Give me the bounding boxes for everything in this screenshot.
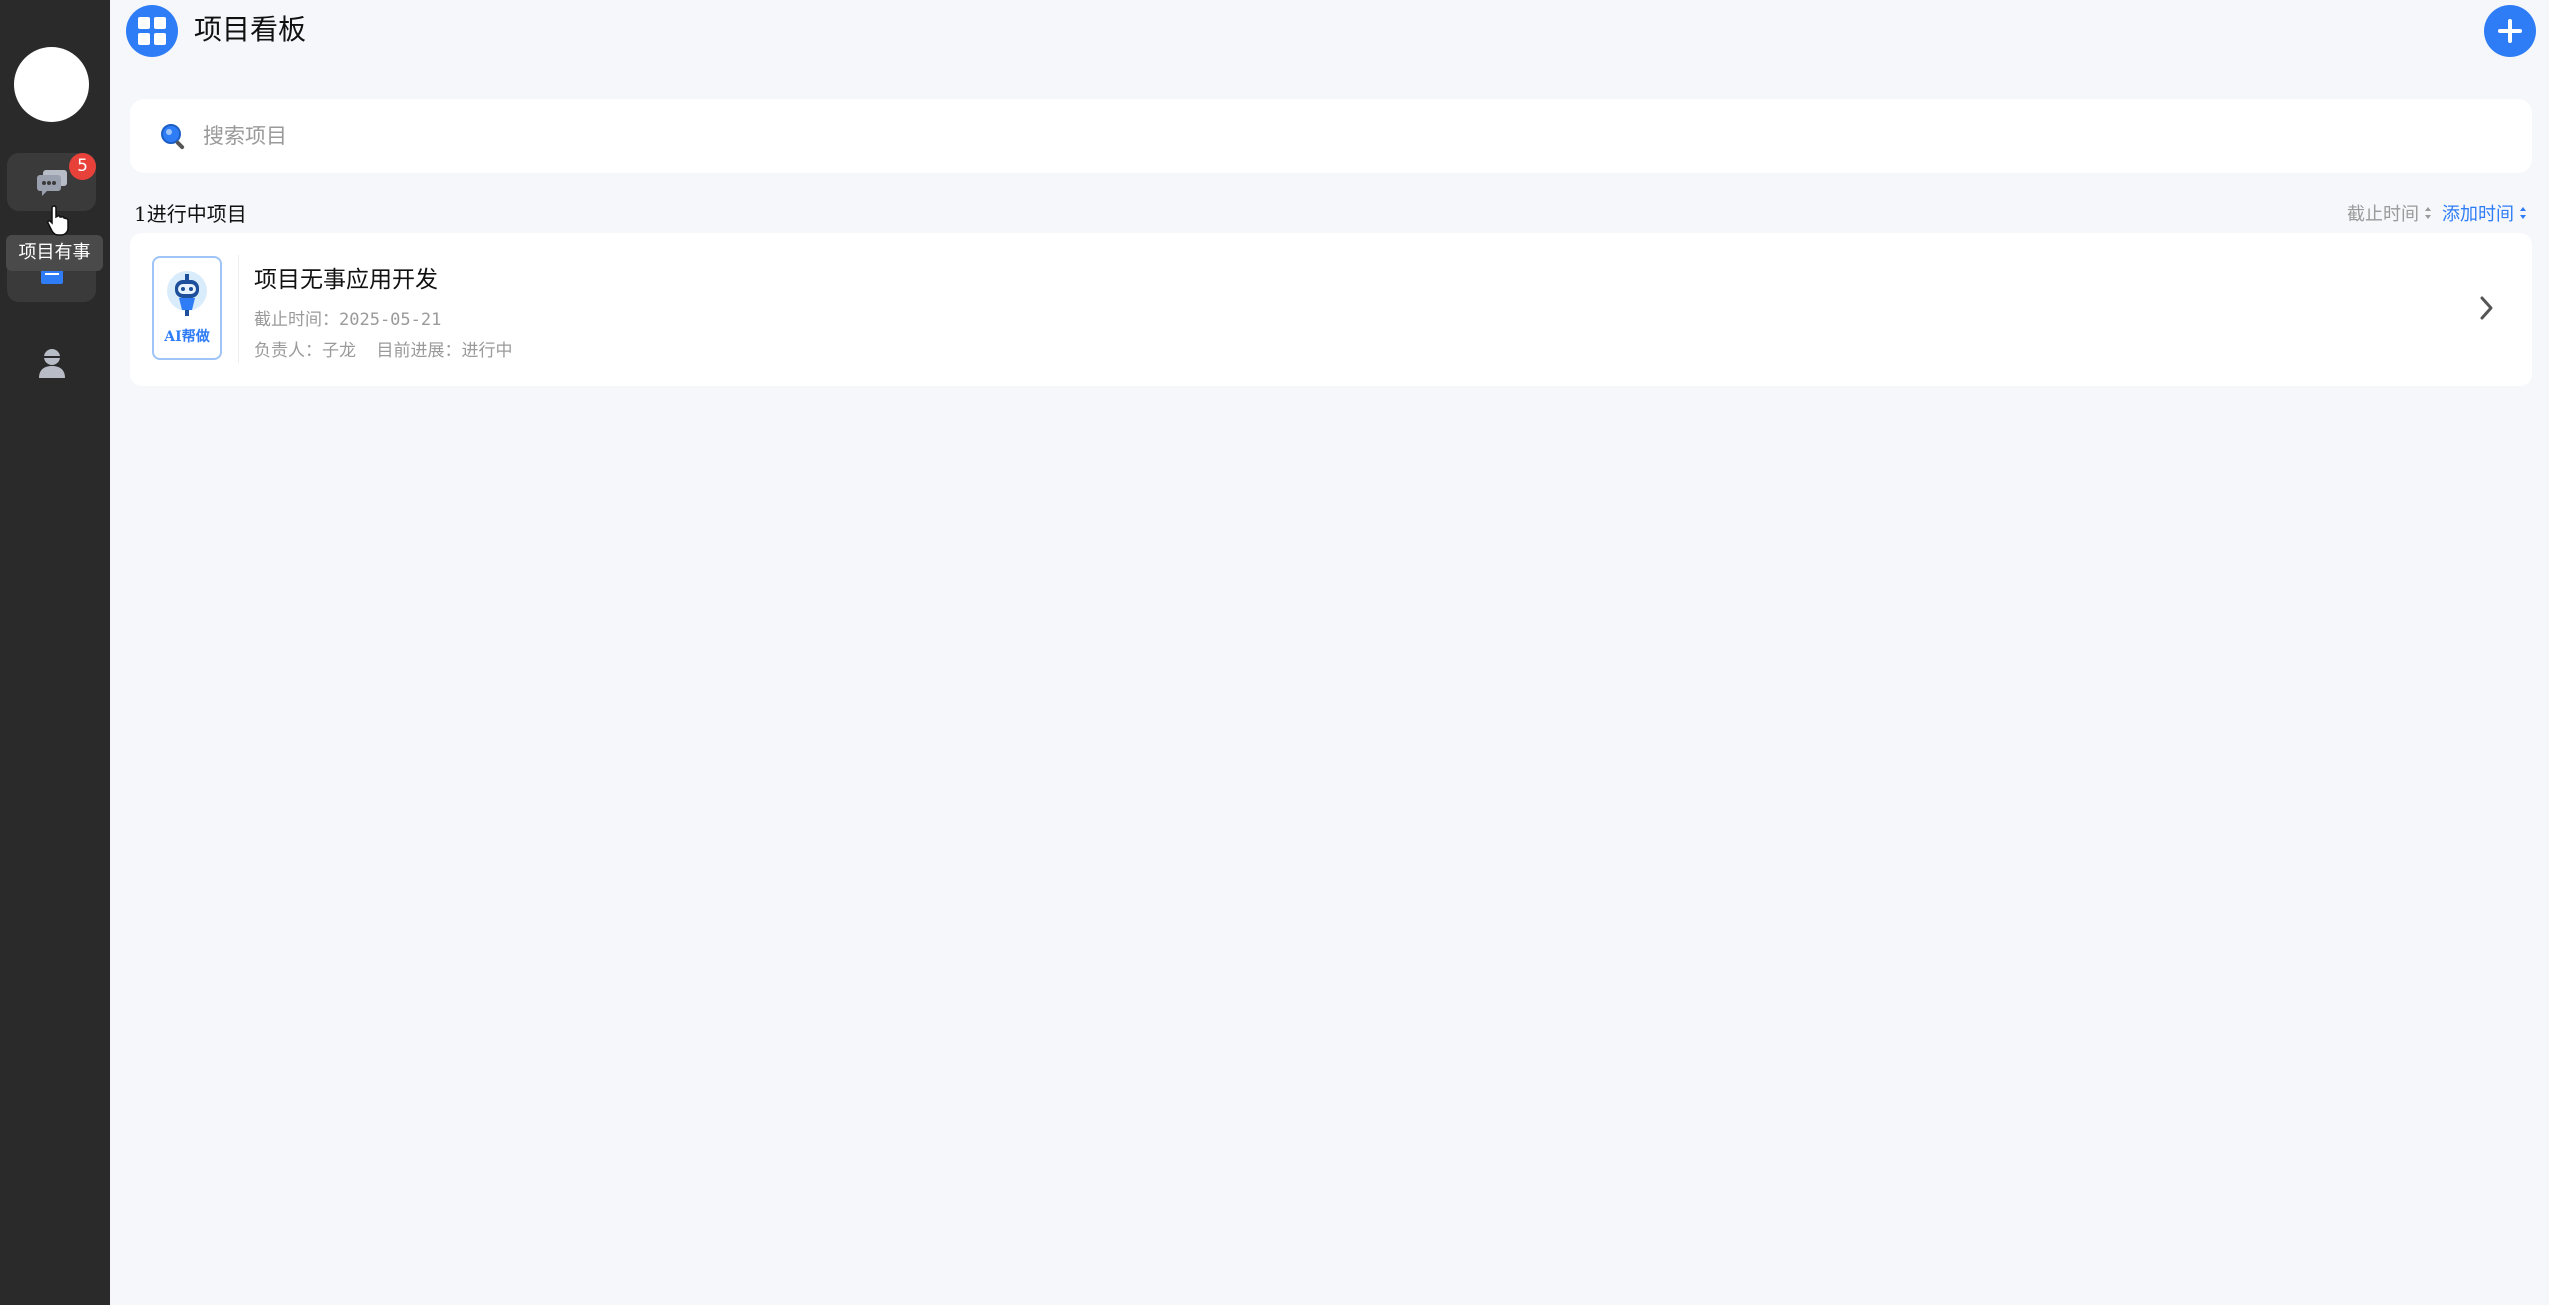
sidebar: 5 项目有事 — [0, 0, 110, 1305]
hand-cursor-icon — [47, 205, 69, 236]
search-bar — [130, 99, 2532, 173]
plus-icon — [2498, 19, 2522, 43]
sort-arrows-icon — [2520, 207, 2526, 219]
project-name: 项目无事应用开发 — [254, 267, 438, 293]
tooltip: 项目有事 — [6, 235, 103, 271]
project-deadline: 截止时间：2025-05-21 — [254, 310, 442, 330]
sort-added-label: 添加时间 — [2442, 204, 2514, 225]
section-title: 1进行中项目 — [134, 202, 247, 226]
search-icon — [161, 124, 185, 150]
robot-icon — [167, 271, 207, 316]
sort-deadline-button[interactable]: 截止时间 — [2347, 200, 2433, 226]
page-title: 项目看板 — [194, 13, 307, 46]
sort-arrows-icon — [2425, 207, 2431, 219]
grid-icon — [138, 17, 166, 45]
avatar[interactable] — [14, 47, 89, 122]
sort-deadline-label: 截止时间 — [2347, 204, 2419, 225]
project-card[interactable]: AI帮做 项目无事应用开发 截止时间：2025-05-21 负责人：子龙 目前进… — [130, 233, 2532, 386]
divider — [238, 255, 239, 363]
grid-logo — [126, 5, 178, 57]
chat-icon — [36, 170, 67, 196]
add-project-button[interactable] — [2484, 5, 2536, 57]
search-input[interactable] — [203, 117, 2503, 155]
sort-added-button[interactable]: 添加时间 — [2442, 200, 2528, 226]
user-icon — [38, 349, 65, 378]
chevron-right-icon[interactable] — [2477, 293, 2497, 323]
sidebar-item-user[interactable] — [7, 334, 96, 392]
project-meta: 负责人：子龙 目前进展：进行中 — [254, 341, 513, 361]
unread-badge: 5 — [69, 153, 96, 180]
project-thumbnail: AI帮做 — [152, 256, 222, 360]
thumbnail-label: AI帮做 — [164, 329, 210, 345]
